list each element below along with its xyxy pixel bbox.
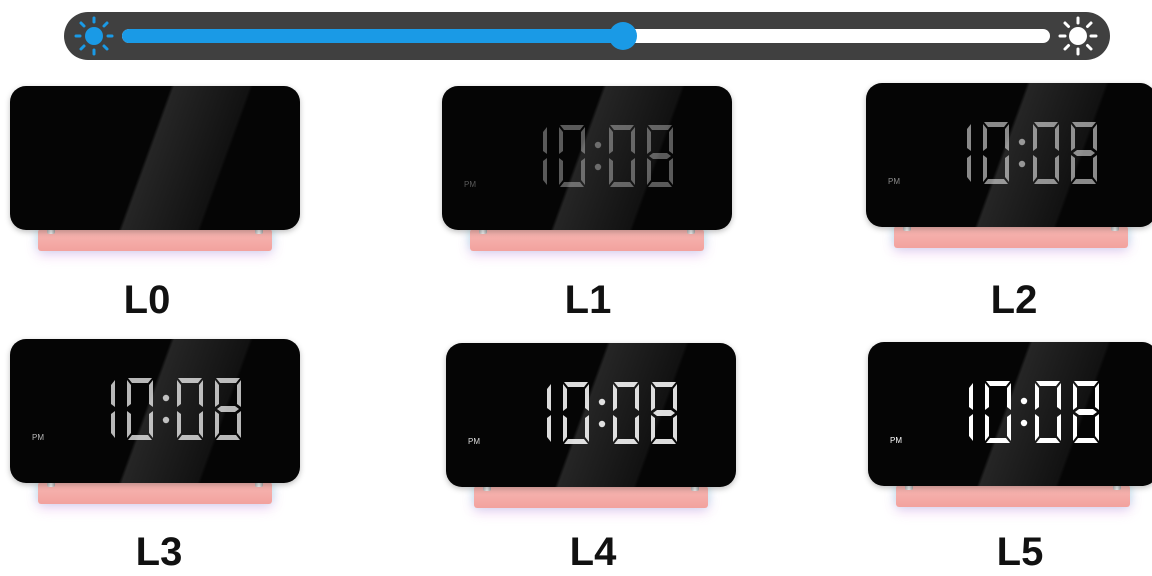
clock-screen: PM [868, 342, 1152, 486]
level-label-2: L2 [990, 278, 1038, 322]
level-label-4: L4 [569, 530, 617, 574]
clock-screen: PM [10, 339, 300, 483]
level-label-1: L1 [564, 278, 612, 322]
clock-base [896, 485, 1130, 507]
clock-screen: PM [442, 86, 732, 230]
clock-level-0[interactable] [10, 86, 300, 261]
level-label-5: L5 [996, 530, 1044, 574]
clock-level-2[interactable]: PM [866, 83, 1152, 258]
clock-base [470, 229, 704, 251]
sun-icon [74, 16, 114, 56]
screen-glare [446, 343, 736, 487]
slider-rail[interactable] [122, 22, 1050, 50]
slider-thumb[interactable] [609, 22, 638, 50]
clock-level-1[interactable]: PM [442, 86, 732, 261]
clock-screen: PM [446, 343, 736, 487]
brightness-slider[interactable] [64, 12, 1110, 60]
level-label-0: L0 [123, 278, 171, 322]
slider-fill [122, 29, 624, 43]
clock-level-5[interactable]: PM [868, 342, 1152, 517]
screen-glare [442, 86, 732, 230]
clock-base [38, 482, 272, 504]
screen-glare [868, 342, 1152, 486]
clock-base [38, 229, 272, 251]
level-label-3: L3 [135, 530, 183, 574]
bright-sun-icon [1058, 16, 1098, 56]
clock-base [474, 486, 708, 508]
clock-base [894, 226, 1128, 248]
clock-screen: PM [866, 83, 1152, 227]
clock-level-4[interactable]: PM [446, 343, 736, 518]
screen-glare [866, 83, 1152, 227]
screen-glare [10, 86, 300, 230]
screen-glare [10, 339, 300, 483]
clock-screen [10, 86, 300, 230]
clock-level-3[interactable]: PM [10, 339, 300, 514]
